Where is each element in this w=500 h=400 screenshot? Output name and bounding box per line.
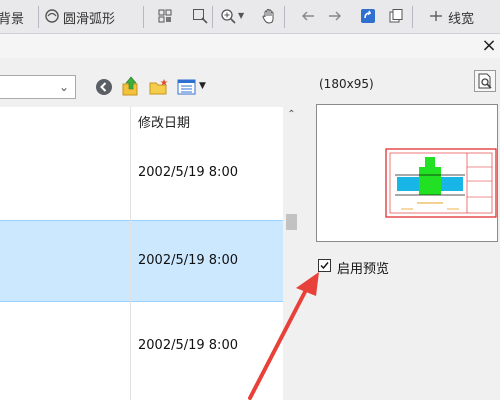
drawing-preview	[316, 104, 498, 242]
toolbar-separator	[212, 6, 213, 28]
zoom-dropdown-icon[interactable]: ▼	[238, 11, 244, 20]
cad-toolbar: 背景 圆滑弧形 ▼ 线宽	[0, 0, 500, 34]
hand-icon[interactable]	[261, 8, 277, 24]
preview-size-label: (180x95)	[319, 77, 374, 91]
zoom-icon[interactable]	[220, 8, 236, 24]
chevron-down-icon: ⌄	[58, 80, 69, 94]
table-row[interactable]: 2002/5/19 8:00	[0, 307, 283, 389]
refresh-icon[interactable]	[360, 8, 376, 24]
close-icon: ×	[481, 35, 497, 56]
line-width-label[interactable]: 线宽	[448, 8, 474, 27]
new-folder-icon[interactable]	[149, 78, 169, 96]
toolbar-separator	[38, 6, 39, 28]
dialog-title-bar	[0, 34, 500, 58]
cad-drawing-thumbnail	[385, 148, 497, 218]
modified-date: 2002/5/19 8:00	[138, 165, 238, 180]
grid-icon[interactable]	[157, 8, 173, 24]
toolbar-separator	[143, 6, 144, 28]
file-list[interactable]: 2002/5/19 8:00 2002/5/19 8:00 2002/5/19 …	[0, 107, 283, 400]
up-folder-icon[interactable]	[122, 76, 140, 96]
back-icon[interactable]	[95, 78, 113, 96]
vertical-scrollbar[interactable]	[283, 107, 300, 400]
checkbox-box[interactable]	[318, 259, 331, 272]
line-width-icon[interactable]	[428, 8, 444, 24]
modified-date: 2002/5/19 8:00	[138, 338, 238, 353]
chevron-up-icon: ⌃	[287, 109, 296, 120]
table-row-selected[interactable]: 2002/5/19 8:00	[0, 220, 283, 302]
smooth-arc-icon[interactable]	[44, 8, 60, 24]
arrow-left-icon[interactable]	[300, 8, 316, 24]
close-button[interactable]: ×	[478, 34, 500, 58]
view-dropdown-icon[interactable]: ▼	[199, 81, 206, 91]
arrow-right-icon[interactable]	[327, 8, 343, 24]
preview-button[interactable]	[474, 70, 496, 92]
smooth-arc-label[interactable]: 圆滑弧形	[63, 8, 115, 27]
zoom-window-icon[interactable]	[192, 8, 208, 24]
modified-date: 2002/5/19 8:00	[138, 253, 238, 268]
checkmark-icon	[320, 262, 329, 270]
view-menu-icon[interactable]	[177, 78, 197, 96]
background-label[interactable]: 背景	[0, 8, 24, 27]
toolbar-separator	[412, 6, 413, 28]
column-header-modified-date[interactable]: 修改日期	[138, 112, 190, 131]
look-in-combobox[interactable]: ⌄	[0, 75, 76, 99]
preview-magnifier-icon	[478, 73, 492, 89]
column-divider[interactable]	[130, 107, 131, 400]
enable-preview-label: 启用预览	[337, 262, 390, 277]
copy-icon[interactable]	[388, 8, 404, 24]
table-row[interactable]: 2002/5/19 8:00	[0, 134, 283, 216]
toolbar-separator	[284, 6, 285, 28]
scrollbar-thumb[interactable]	[286, 214, 297, 230]
scroll-up-button[interactable]: ⌃	[284, 109, 299, 123]
